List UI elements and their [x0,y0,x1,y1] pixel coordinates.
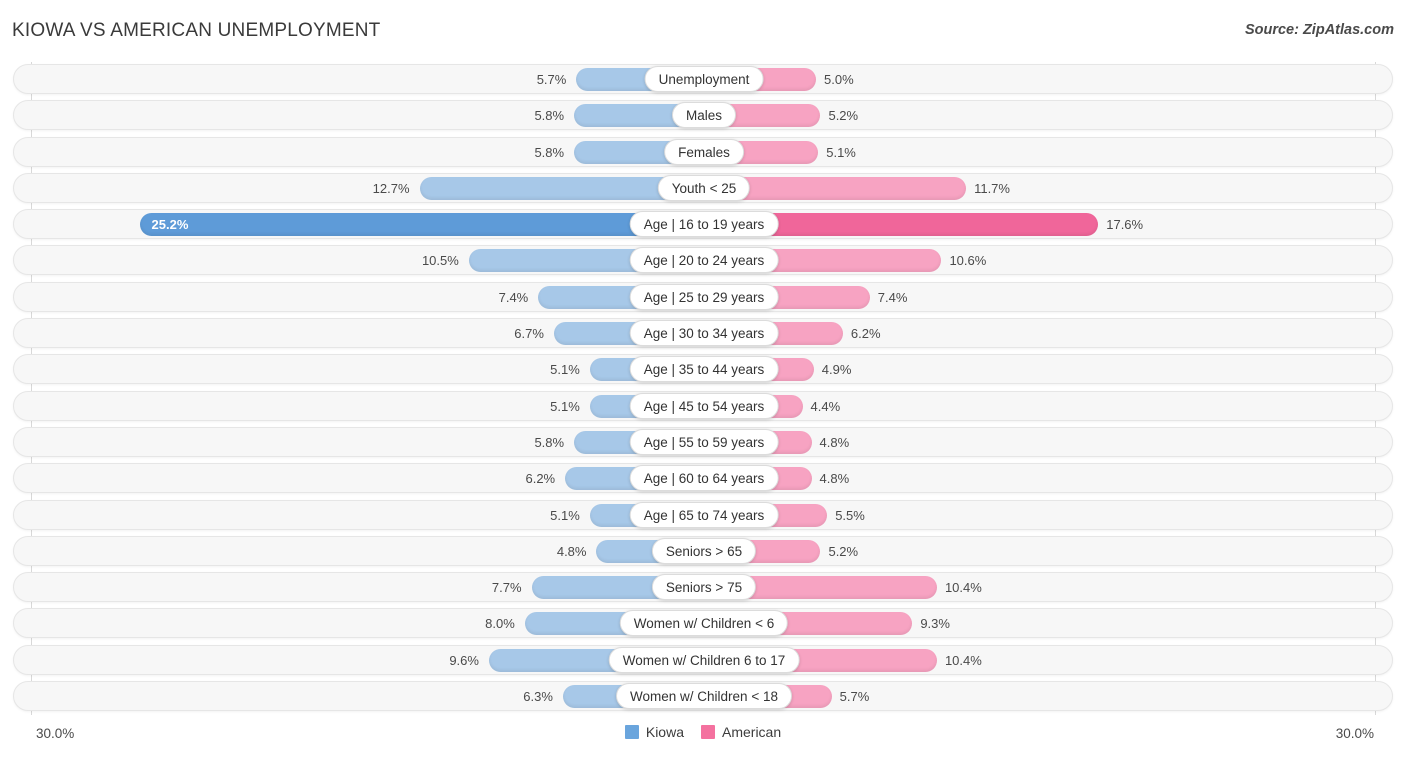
legend-item-kiowa[interactable]: Kiowa [624,724,684,740]
table-row[interactable]: 6.2% 4.8% Age | 60 to 64 years [13,463,1393,494]
legend-swatch-icon [701,725,715,739]
value-label-kiowa: 10.5% [421,253,459,269]
value-label-kiowa: 5.8% [534,144,565,160]
category-label-pill[interactable]: Age | 65 to 74 years [629,501,779,528]
value-label-american: 9.3% [920,616,950,632]
table-row[interactable]: 5.8% 5.2% Males [13,100,1393,131]
category-label-pill[interactable]: Age | 35 to 44 years [629,356,779,383]
value-label-kiowa: 7.7% [491,580,522,596]
table-row[interactable]: 7.7% 10.4% Seniors > 75 [13,572,1393,603]
value-label-american: 5.5% [835,507,865,523]
value-label-kiowa: 5.1% [550,362,580,378]
value-label-kiowa: 6.2% [525,471,556,487]
category-label-pill[interactable]: Age | 30 to 34 years [629,320,779,347]
category-label-pill[interactable]: Women w/ Children < 6 [619,610,789,637]
table-row[interactable]: 5.8% 4.8% Age | 55 to 59 years [13,426,1393,457]
table-row[interactable]: 5.1% 5.5% Age | 65 to 74 years [13,499,1393,530]
category-label-pill[interactable]: Age | 20 to 24 years [629,247,779,274]
table-row[interactable]: 10.5% 10.6% Age | 20 to 24 years [13,245,1393,276]
value-label-american: 4.8% [819,471,850,487]
table-row[interactable]: 8.0% 9.3% Women w/ Children < 6 [13,608,1393,639]
chart-footer: 30.0% 30.0% Kiowa American [0,718,1406,757]
value-label-kiowa: 5.7% [536,72,567,87]
value-label-kiowa: 5.8% [534,108,565,124]
table-row[interactable]: 6.3% 5.7% Women w/ Children < 18 [13,681,1393,712]
value-label-american: 5.0% [824,72,854,87]
value-label-kiowa: 9.6% [449,652,479,668]
table-row[interactable]: 5.1% 4.4% Age | 45 to 54 years [13,390,1393,421]
value-label-american: 4.9% [821,362,852,378]
value-label-american: 5.1% [826,144,856,160]
value-label-kiowa: 4.8% [556,543,587,559]
category-label-pill[interactable]: Age | 16 to 19 years [629,211,779,238]
value-label-kiowa: 5.8% [534,434,565,450]
table-row[interactable]: 5.7% 5.0% Unemployment [13,64,1393,94]
value-label-american: 6.2% [850,326,881,342]
category-label-pill[interactable]: Youth < 25 [657,174,751,201]
category-label-pill[interactable]: Age | 25 to 29 years [629,283,779,310]
category-label-pill[interactable]: Women w/ Children < 18 [616,683,792,710]
legend-label: American [722,724,782,740]
value-label-kiowa: 8.0% [485,616,515,632]
page-title: KIOWA VS AMERICAN UNEMPLOYMENT [12,20,381,41]
category-label-pill[interactable]: Seniors > 65 [651,537,757,564]
value-label-american: 7.4% [877,289,908,305]
table-row[interactable]: 9.6% 10.4% Women w/ Children 6 to 17 [13,644,1393,675]
legend-item-american[interactable]: American [701,724,781,740]
value-label-american: 11.7% [974,180,1010,196]
category-label-pill[interactable]: Age | 45 to 54 years [629,392,779,419]
table-row[interactable]: 5.1% 4.9% Age | 35 to 44 years [13,354,1393,385]
table-row[interactable]: 4.8% 5.2% Seniors > 65 [13,535,1393,566]
table-row[interactable]: 12.7% 11.7% Youth < 25 [13,172,1393,203]
category-label-pill[interactable]: Males [671,102,737,129]
category-label-pill[interactable]: Age | 55 to 59 years [629,428,779,455]
value-label-kiowa: 25.2% [151,217,189,233]
chart-plot-area: 5.7% 5.0% Unemployment 5.8% 5.2% Males 5.8% 5.1… [0,62,1406,717]
chart-rows: 5.7% 5.0% Unemployment 5.8% 5.2% Males 5.8% 5.1… [0,64,1406,717]
category-label-pill[interactable]: Women w/ Children 6 to 17 [608,646,800,673]
value-label-kiowa: 7.4% [498,289,529,305]
source-attribution: Source: ZipAtlas.com [1244,22,1394,38]
chart-legend: Kiowa American [0,724,1406,740]
table-row[interactable]: 6.7% 6.2% Age | 30 to 34 years [13,318,1393,349]
category-label-pill[interactable]: Seniors > 75 [651,574,757,601]
value-label-american: 5.2% [828,543,859,559]
value-label-kiowa: 5.1% [550,398,580,414]
value-label-american: 10.4% [944,652,982,668]
value-label-american: 17.6% [1106,217,1144,233]
value-label-american: 4.8% [819,434,850,450]
value-label-kiowa: 12.7% [372,180,410,196]
chart-header: KIOWA VS AMERICAN UNEMPLOYMENT Source: Z… [0,0,1406,58]
value-label-american: 10.6% [949,253,987,269]
legend-label: Kiowa [645,724,684,740]
table-row[interactable]: 5.8% 5.1% Females [13,136,1393,167]
value-label-american: 5.7% [839,689,870,705]
value-label-american: 4.4% [810,398,841,414]
category-label-pill[interactable]: Age | 60 to 64 years [629,465,779,492]
table-row[interactable]: 7.4% 7.4% Age | 25 to 29 years [13,281,1393,312]
category-label-pill[interactable]: Unemployment [644,66,764,92]
value-label-american: 5.2% [828,108,859,124]
value-label-american: 10.4% [944,580,982,596]
value-label-kiowa: 5.1% [550,507,580,523]
value-label-kiowa: 6.3% [523,689,553,705]
value-label-kiowa: 6.7% [514,326,544,342]
legend-swatch-icon [624,725,639,739]
table-row[interactable]: 25.2% 17.6% Age | 16 to 19 years [13,209,1393,240]
category-label-pill[interactable]: Females [664,138,744,165]
bar-kiowa [139,213,704,237]
